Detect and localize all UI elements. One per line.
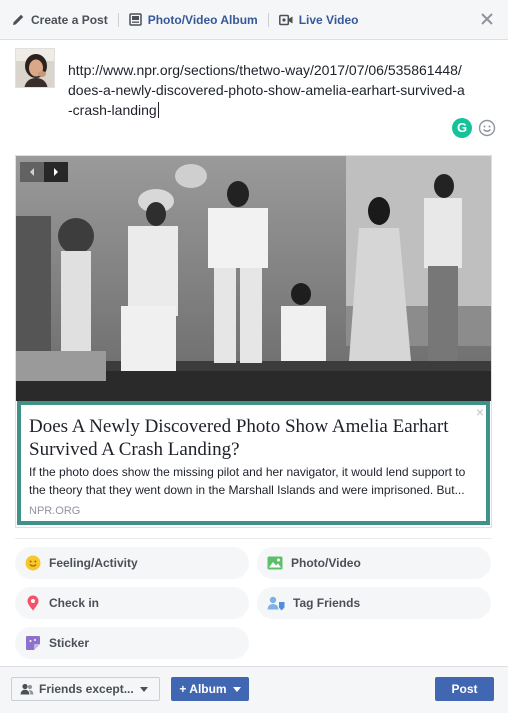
close-icon[interactable]: [478, 10, 496, 28]
preview-source: NPR.ORG: [29, 505, 81, 517]
tab-create-post-label: Create a Post: [31, 12, 108, 27]
album-icon: [128, 13, 142, 26]
preview-title: Does A Newly Discovered Photo Show Ameli…: [29, 416, 449, 460]
photo-pager: [20, 162, 68, 182]
tab-photo-album-label: Photo/Video Album: [147, 12, 258, 27]
privacy-label: Friends except...: [39, 682, 134, 696]
chevron-down-icon: [232, 686, 241, 692]
tab-live-video[interactable]: Live Video: [269, 0, 369, 40]
composer-input[interactable]: http://www.npr.org/sections/thetwo-way/2…: [68, 60, 468, 120]
preview-photo-image: [16, 156, 491, 401]
smiley-icon: [25, 555, 41, 571]
post-button-label: Post: [451, 682, 478, 696]
sticker-icon: [26, 636, 40, 650]
emoji-icon[interactable]: [478, 119, 496, 137]
add-album-button[interactable]: + Album: [171, 677, 249, 701]
feeling-activity-button[interactable]: Feeling/Activity: [15, 547, 249, 579]
add-album-label: + Album: [179, 682, 227, 696]
video-camera-icon: [278, 14, 293, 25]
text-caret: [157, 102, 159, 118]
tab-live-video-label: Live Video: [298, 12, 359, 27]
sticker-button[interactable]: Sticker: [15, 627, 249, 659]
photo-video-button[interactable]: Photo/Video: [257, 547, 491, 579]
tag-friends-icon: [267, 596, 285, 611]
preview-close-icon[interactable]: ×: [476, 405, 484, 419]
arrow-right-icon[interactable]: [44, 162, 68, 182]
divider: [15, 538, 492, 539]
privacy-selector[interactable]: Friends except...: [11, 677, 160, 701]
composer-tabs: Create a Post Photo/Video Album Live Vid…: [0, 0, 508, 40]
check-in-button[interactable]: Check in: [15, 587, 249, 619]
post-button[interactable]: Post: [435, 677, 494, 701]
link-preview[interactable]: Does A Newly Discovered Photo Show Ameli…: [15, 155, 492, 528]
photo-video-label: Photo/Video: [291, 556, 361, 570]
tag-friends-label: Tag Friends: [293, 596, 361, 610]
tab-photo-album[interactable]: Photo/Video Album: [119, 0, 268, 40]
friends-icon: [20, 683, 34, 695]
composer-footer: Friends except... + Album Post: [0, 666, 508, 713]
location-pin-icon: [27, 595, 39, 611]
arrow-left-icon[interactable]: [20, 162, 44, 182]
preview-description: If the photo does show the missing pilot…: [29, 465, 466, 497]
tag-friends-button[interactable]: Tag Friends: [257, 587, 491, 619]
tab-create-post[interactable]: Create a Post: [0, 0, 118, 40]
check-in-label: Check in: [49, 596, 100, 610]
grammarly-icon[interactable]: G: [452, 118, 472, 138]
feeling-activity-label: Feeling/Activity: [49, 556, 138, 570]
sticker-label: Sticker: [49, 636, 90, 650]
pencil-icon: [13, 14, 24, 25]
chevron-down-icon: [139, 686, 148, 692]
preview-photo: [16, 156, 491, 401]
preview-meta[interactable]: Does A Newly Discovered Photo Show Ameli…: [17, 401, 490, 525]
photo-icon: [267, 556, 283, 570]
avatar: [15, 48, 55, 88]
composer-input-text: http://www.npr.org/sections/thetwo-way/2…: [68, 62, 465, 118]
